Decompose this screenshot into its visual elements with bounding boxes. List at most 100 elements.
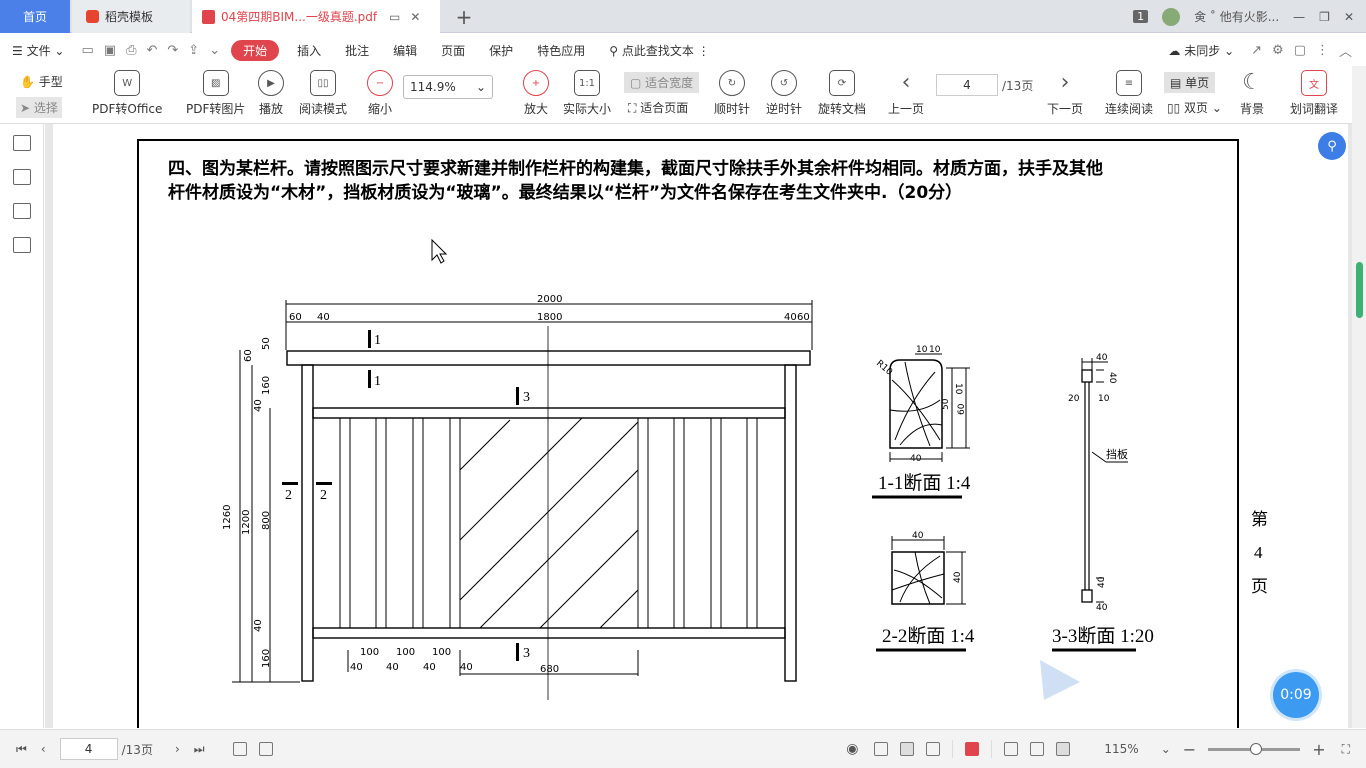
print-icon[interactable]: ⎙ xyxy=(121,43,141,58)
more-down-icon[interactable]: ⌄ xyxy=(204,43,225,58)
forward-view-icon[interactable] xyxy=(258,742,273,756)
window-count-badge[interactable]: 1 xyxy=(1133,10,1149,23)
tab-template[interactable]: 稻壳模板 xyxy=(72,0,190,33)
first-page-icon[interactable]: ⏮ xyxy=(0,742,35,757)
export-icon[interactable]: ⇪ xyxy=(183,43,204,58)
rotate-ccw-button[interactable]: ↺ 逆时针 xyxy=(766,70,802,117)
settings-icon[interactable]: ⚙ xyxy=(1267,43,1289,58)
share-icon[interactable]: ↗ xyxy=(1246,43,1267,58)
menu-page[interactable]: 页面 xyxy=(429,42,477,59)
page-number-input[interactable]: 4 xyxy=(936,74,998,96)
section-1-1-dims: R10 10 10 40 10 50 60 xyxy=(874,345,967,464)
page-label-ye: 页 xyxy=(1251,577,1268,596)
search-text-box[interactable]: ⚲ 点此查找文本 ⋮ xyxy=(597,42,721,59)
fit-width-button[interactable]: ▢ 适合宽度 xyxy=(624,72,700,93)
single-page-mode-icon[interactable] xyxy=(900,742,915,756)
document-canvas[interactable]: 四、图为某栏杆。请按照图示尺寸要求新建并制作栏杆的构建集，截面尺寸除扶手外其余杆… xyxy=(45,124,1352,728)
tab-close-icon[interactable]: ✕ xyxy=(410,10,420,24)
timer-bubble[interactable]: 0:09 xyxy=(1273,672,1319,718)
zoom-select[interactable]: 114.9% ⌄ xyxy=(403,75,493,99)
zoom-minus-icon[interactable]: − xyxy=(1179,740,1200,759)
single-page-button[interactable]: ▤ 单页 xyxy=(1164,72,1216,93)
pdf-to-office-label: PDF转Office xyxy=(92,102,163,116)
actual-size-button[interactable]: 1:1 实际大小 xyxy=(563,70,611,117)
word-translate-button[interactable]: 文划词翻译 xyxy=(1290,70,1338,117)
pdf-to-image-button[interactable]: ▨ PDF转图片 xyxy=(186,70,245,117)
rotate-cw-button[interactable]: ↻ 顺时针 xyxy=(714,70,750,117)
tab-screen-icon[interactable]: ▭ xyxy=(389,10,400,24)
zoom-dropdown-icon[interactable]: ⌄ xyxy=(1153,742,1179,756)
thumbnail-icon[interactable] xyxy=(13,169,31,185)
dim-60-vert: 60 xyxy=(243,349,254,362)
dim-50-vert: 50 xyxy=(261,337,272,350)
background-label: 背景 xyxy=(1240,102,1265,116)
dim-10-b: 10 xyxy=(929,345,941,355)
file-menu[interactable]: ☰ 文件 ⌄ xyxy=(0,42,76,59)
scrollbar-thumb[interactable] xyxy=(1356,262,1363,318)
actual-size-mode-icon[interactable] xyxy=(1004,742,1019,756)
fit-width-mode-icon[interactable] xyxy=(1056,742,1071,756)
status-page-input[interactable]: 4 xyxy=(59,738,118,760)
zoom-slider-handle[interactable] xyxy=(1250,742,1263,755)
next-page-icon[interactable]: › xyxy=(167,742,188,756)
play-button[interactable]: ▶ 播放 xyxy=(258,70,284,117)
user-name[interactable]: 㑒 ˚ 他有火影... xyxy=(1194,8,1279,25)
comment-icon[interactable]: ▢ xyxy=(1289,43,1311,58)
menu-annotate[interactable]: 批注 xyxy=(333,42,381,59)
eye-care-icon[interactable]: ◉ xyxy=(836,741,868,757)
minimize-button[interactable]: — xyxy=(1293,10,1305,24)
menu-edit[interactable]: 编辑 xyxy=(381,42,429,59)
zoom-plus-icon[interactable]: + xyxy=(1308,740,1341,759)
dim-680: 680 xyxy=(540,664,559,675)
vertical-scrollbar[interactable] xyxy=(1352,66,1366,728)
prev-page-button[interactable]: ‹ 上一页 xyxy=(888,70,924,117)
pdf-to-office-button[interactable]: W PDF转Office xyxy=(92,70,162,117)
double-page-button[interactable]: ▯▯ 双页 ⌄ xyxy=(1167,99,1222,116)
menu-start[interactable]: 开始 xyxy=(231,39,280,61)
select-tool[interactable]: ➤ 选择 xyxy=(16,97,62,118)
zoom-in-button[interactable]: + 放大 xyxy=(523,70,549,117)
sync-status[interactable]: ☁ 未同步 ⌄ xyxy=(1156,42,1246,59)
outline-icon[interactable] xyxy=(13,135,31,151)
menu-insert[interactable]: 插入 xyxy=(285,42,333,59)
hand-tool[interactable]: ✋ 手型 xyxy=(20,73,63,90)
bookmark-icon[interactable] xyxy=(13,203,31,219)
rotate-doc-label: 旋转文档 xyxy=(818,102,867,116)
fullscreen-icon[interactable]: ⛶ xyxy=(1342,742,1366,757)
rotate-doc-button[interactable]: ⟳ 旋转文档 xyxy=(818,70,866,117)
fit-page-mode-icon[interactable] xyxy=(1030,742,1045,756)
attachment-icon[interactable] xyxy=(13,237,31,253)
prev-page-icon[interactable]: ‹ xyxy=(35,742,60,756)
save-icon[interactable]: ▣ xyxy=(99,43,121,58)
new-tab-button[interactable]: + xyxy=(450,0,478,33)
dim-1200: 1200 xyxy=(241,510,252,535)
fit-page-button[interactable]: ⛶ 适合页面 xyxy=(628,99,688,116)
floating-tool-button[interactable]: ⚲ xyxy=(1318,132,1346,160)
menu-protect[interactable]: 保护 xyxy=(477,42,525,59)
redo-icon[interactable]: ↷ xyxy=(162,43,183,58)
back-view-icon[interactable] xyxy=(232,742,247,756)
last-page-icon[interactable]: ⏭ xyxy=(188,742,227,757)
undo-icon[interactable]: ↶ xyxy=(141,43,162,58)
status-zoom-value[interactable]: 115% xyxy=(1076,742,1152,756)
restore-button[interactable]: ❐ xyxy=(1319,10,1330,24)
timer-value: 0:09 xyxy=(1280,687,1312,703)
open-folder-icon[interactable]: ▭ xyxy=(76,43,98,58)
double-page-mode-icon[interactable] xyxy=(926,742,941,756)
next-page-button[interactable]: › 下一页 xyxy=(1047,70,1083,117)
tab-home[interactable]: 首页 xyxy=(0,0,70,33)
play-slideshow-icon[interactable] xyxy=(965,742,980,756)
collapse-icon[interactable]: ︿ xyxy=(1334,41,1366,60)
background-button[interactable]: ☾ 背景 xyxy=(1240,70,1264,117)
continuous-reading-button[interactable]: ≡ 连续阅读 xyxy=(1105,70,1153,117)
avatar[interactable] xyxy=(1162,7,1181,26)
zoom-slider[interactable] xyxy=(1208,742,1301,755)
reading-mode-button[interactable]: ▯▯ 阅读模式 xyxy=(299,70,347,117)
zoom-out-button[interactable]: − 缩小 xyxy=(367,70,393,117)
close-window-button[interactable]: ✕ xyxy=(1344,10,1354,24)
scroll-mode-icon[interactable] xyxy=(874,742,889,756)
status-bar: ⏮ ‹ 4 /13页 › ⏭ ◉ 115% ⌄ − + ⛶ xyxy=(0,729,1366,768)
tab-pdf-document[interactable]: 04第四期BIM...一级真题.pdf ▭ ✕ xyxy=(192,0,440,33)
more-icon[interactable]: ⋮ xyxy=(1311,43,1334,58)
menu-feature[interactable]: 特色应用 xyxy=(525,42,597,59)
